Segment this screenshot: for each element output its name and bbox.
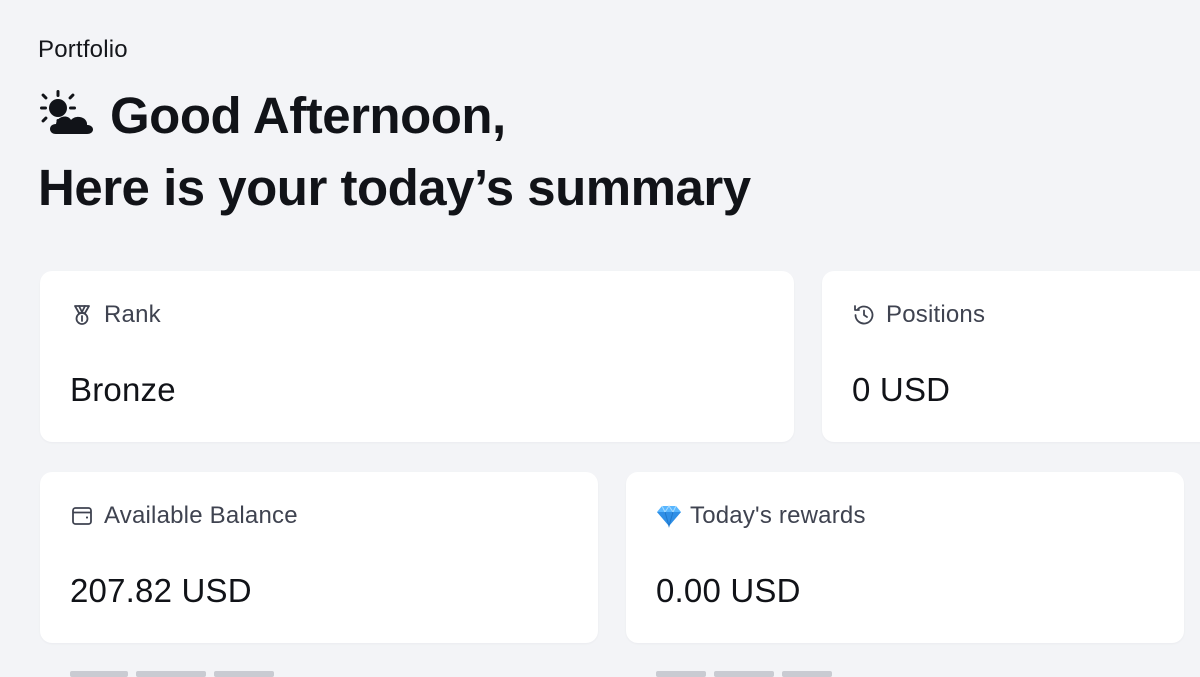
todays-rewards-card[interactable]: Today's rewards 0.00 USD (626, 472, 1184, 643)
cutoff-row-right (656, 671, 832, 677)
available-balance-card-header: Available Balance (70, 502, 298, 530)
greeting-text: Good Afternoon, (110, 86, 506, 144)
rank-card-header: Rank (70, 301, 161, 329)
sun-behind-cloud-icon (38, 86, 96, 144)
positions-card-header: Positions (852, 301, 985, 329)
todays-rewards-card-header: Today's rewards (656, 502, 866, 530)
todays-rewards-label: Today's rewards (690, 502, 866, 529)
rank-value: Bronze (70, 371, 176, 408)
available-balance-label: Available Balance (104, 502, 298, 529)
available-balance-card[interactable]: Available Balance 207.82 USD (40, 472, 598, 643)
available-balance-value: 207.82 USD (70, 572, 252, 609)
positions-label: Positions (886, 301, 986, 328)
todays-rewards-value: 0.00 USD (656, 572, 801, 609)
diamond-icon (656, 504, 681, 528)
wallet-icon (70, 504, 94, 528)
medal-icon (70, 303, 94, 327)
rank-card[interactable]: Rank Bronze (40, 271, 794, 442)
greeting: Good Afternoon, (38, 86, 506, 144)
history-clock-icon (852, 303, 876, 327)
positions-card[interactable]: Positions 0 USD (822, 271, 1200, 442)
cutoff-row-left (70, 671, 274, 677)
rank-label: Rank (104, 301, 161, 328)
positions-value: 0 USD (852, 371, 951, 408)
breadcrumb[interactable]: Portfolio (38, 36, 128, 64)
page-title: Here is your today’s summary (38, 159, 751, 216)
